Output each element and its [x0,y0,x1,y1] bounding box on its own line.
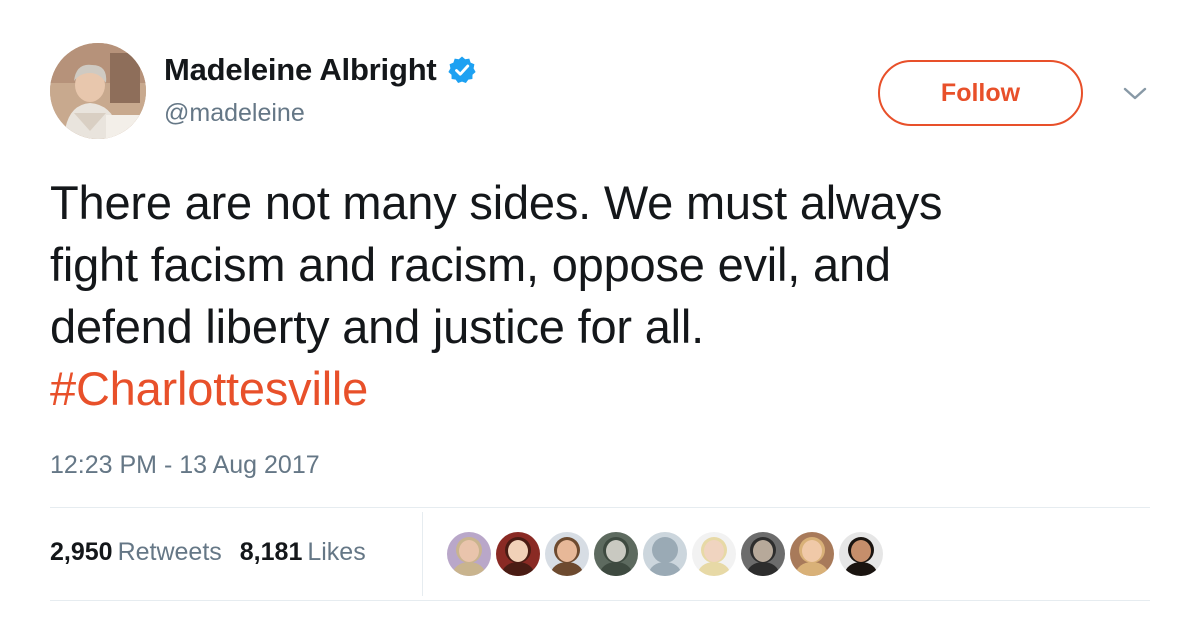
retweets-stat[interactable]: 2,950 Retweets [50,538,222,567]
tweet-timestamp[interactable]: 12:23 PM - 13 Aug 2017 [50,451,320,480]
liker-avatars [447,532,883,576]
tweet-text: There are not many sides. We must always… [50,172,1160,420]
avatar-face [508,540,528,562]
liker-avatar-9[interactable] [839,532,883,576]
follow-button[interactable]: Follow [878,60,1083,126]
profile-photo-icon [50,43,146,139]
likes-stat[interactable]: 8,181 Likes [240,538,366,567]
name-row: Madeleine Albright [164,52,477,88]
liker-avatar-7[interactable] [741,532,785,576]
avatar-face [802,540,822,562]
avatar-body [747,562,779,576]
likes-count: 8,181 [239,538,303,566]
avatar-face [655,540,675,562]
tweet-text-line: There are not many sides. We must always [50,176,943,229]
stats-divider [422,512,423,596]
avatar-body [600,562,632,576]
tweet-text-line: fight facism and racism, oppose evil, an… [50,238,891,291]
user-handle[interactable]: @madeleine [164,99,305,128]
avatar-body [649,562,681,576]
liker-avatar-4[interactable] [594,532,638,576]
divider [50,507,1150,508]
avatar-face [851,540,871,562]
tweet-card: Madeleine Albright @madeleine Follow The… [0,0,1200,618]
chevron-down-icon[interactable] [1120,84,1150,104]
profile-avatar[interactable] [50,43,146,139]
avatar-face [557,540,577,562]
divider [50,600,1150,601]
avatar-face [704,540,724,562]
avatar-face [606,540,626,562]
liker-avatar-6[interactable] [692,532,736,576]
verified-badge-icon [447,55,477,85]
avatar-body [845,562,877,576]
display-name[interactable]: Madeleine Albright [164,52,437,88]
avatar-face [753,540,773,562]
retweets-label: Retweets [117,538,222,566]
liker-avatar-1[interactable] [447,532,491,576]
avatar-body [796,562,828,576]
avatar-body [551,562,583,576]
avatar-body [502,562,534,576]
liker-avatar-8[interactable] [790,532,834,576]
avatar-body [698,562,730,576]
liker-avatar-5[interactable] [643,532,687,576]
likes-label: Likes [307,538,366,566]
hashtag-link[interactable]: #Charlottesville [50,358,1160,420]
retweets-count: 2,950 [50,538,113,566]
avatar-body [453,562,485,576]
tweet-text-line: defend liberty and justice for all. [50,300,704,353]
liker-avatar-2[interactable] [496,532,540,576]
liker-avatar-3[interactable] [545,532,589,576]
engagement-stats: 2,950 Retweets 8,181 Likes [50,538,366,567]
avatar-face [459,540,479,562]
